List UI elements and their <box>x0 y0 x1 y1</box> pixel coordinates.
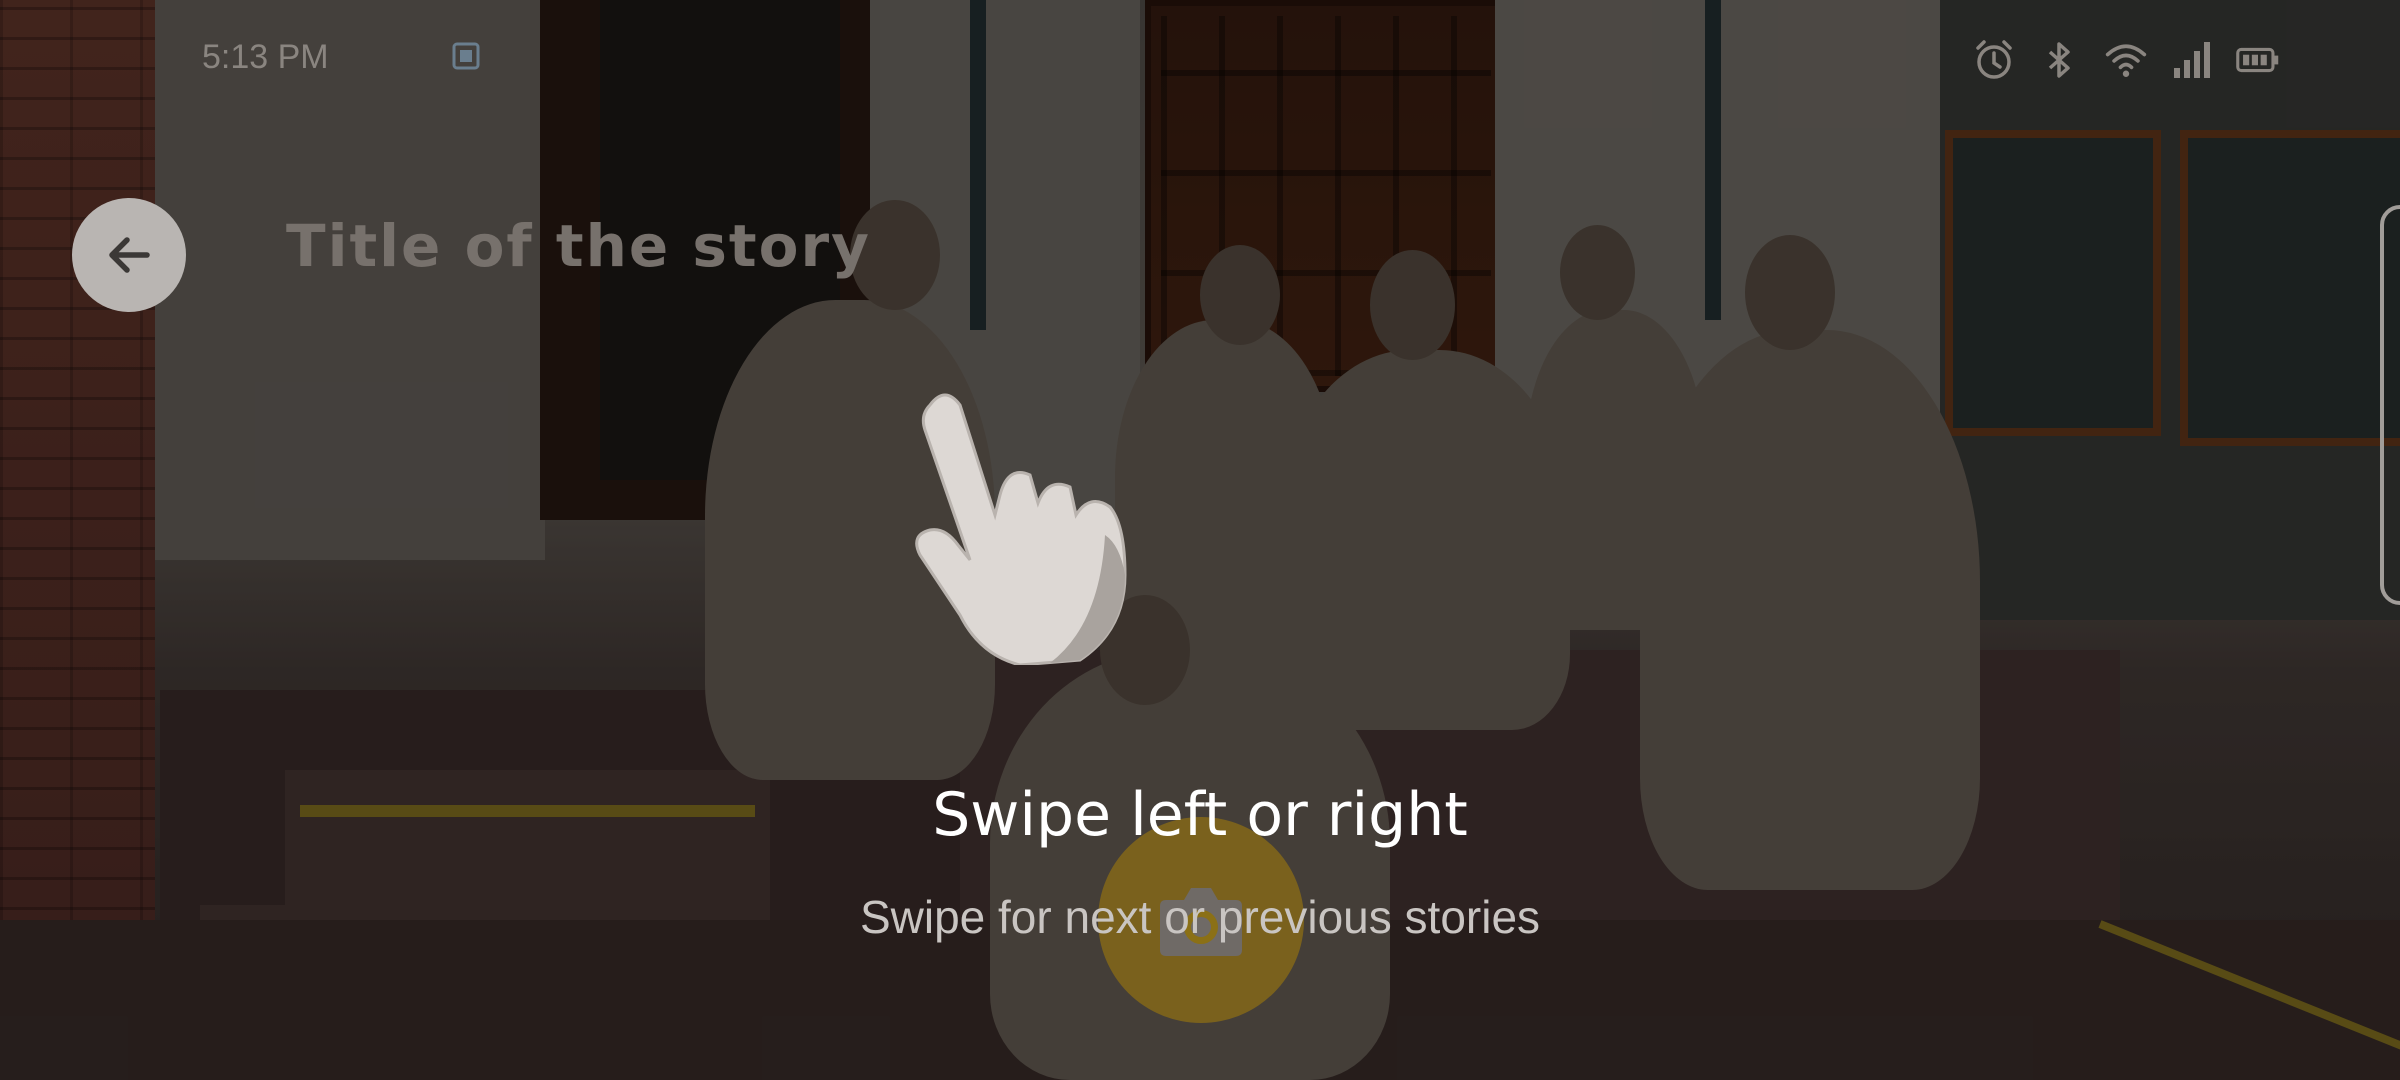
battery-icon <box>2236 38 2280 82</box>
status-bar: 5:13 PM <box>0 0 2400 120</box>
status-time: 5:13 PM <box>202 38 329 76</box>
swipe-hint-title: Swipe left or right <box>932 780 1468 850</box>
wifi-icon <box>2104 38 2148 82</box>
notification-icon <box>450 40 486 76</box>
status-icons <box>1972 38 2280 82</box>
swipe-hint-subtitle: Swipe for next or previous stories <box>859 891 1541 943</box>
arrow-left-icon <box>109 237 150 273</box>
back-button[interactable] <box>72 198 186 312</box>
signal-icon <box>2170 38 2214 82</box>
bluetooth-icon <box>2038 38 2082 82</box>
hand-pointer-icon <box>900 385 1140 667</box>
side-panel-handle[interactable] <box>2380 205 2400 605</box>
alarm-icon <box>1972 38 2016 82</box>
story-title: Title of the story <box>286 212 871 280</box>
